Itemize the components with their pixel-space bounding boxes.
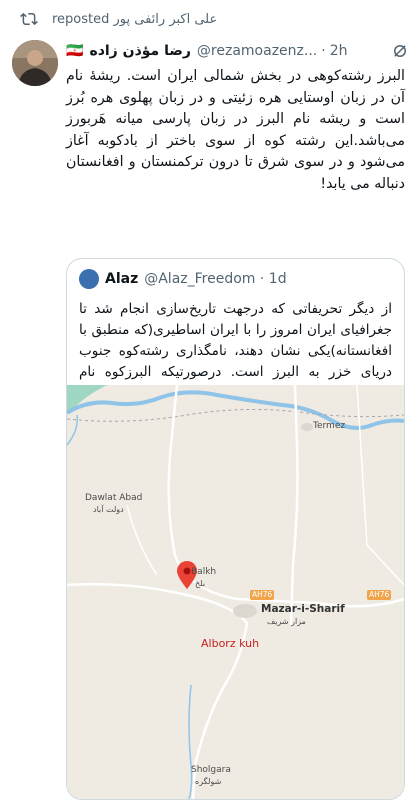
country-flag: 🇮🇷 — [66, 43, 84, 59]
quote-author-handle: @Alaz_Freedom — [144, 271, 256, 287]
place-label-dawlat-abad-fa: دولت آباد — [93, 505, 124, 514]
author-name[interactable]: رضا مؤذن زاده — [89, 43, 190, 59]
quote-author-name: Alaz — [105, 271, 139, 287]
tweet-text: البرز رشته‌کوهی در بخش شمالی ایران است. … — [66, 68, 405, 192]
map-canvas — [67, 385, 404, 799]
place-label-sholgara-fa: شولگره — [195, 777, 222, 786]
place-label-balkh-fa: بلخ — [195, 579, 206, 588]
tweet-header: 🇮🇷 رضا مؤذن زاده @rezamoazenz... · 2h — [66, 40, 409, 62]
place-label-sholgara-en: Sholgara — [191, 765, 231, 775]
place-label-mazar-en: Mazar-i-Sharif — [261, 603, 345, 615]
road-shield: AH76 — [367, 590, 392, 600]
avatar[interactable] — [12, 40, 58, 86]
separator-dot: · — [321, 43, 326, 59]
grok-icon[interactable] — [391, 42, 409, 60]
place-label-termez-en: Termez — [313, 421, 346, 431]
place-label-alborz-kuh: Alborz kuh — [201, 637, 260, 650]
place-label-dawlat-abad-en: Dawlat Abad — [85, 493, 143, 503]
road-shield: AH76 — [250, 590, 275, 600]
tweet-time[interactable]: 2h — [330, 43, 348, 59]
quote-avatar — [79, 269, 99, 289]
quoted-tweet[interactable]: Alaz @Alaz_Freedom · 1d از دیگر تحریفاتی… — [66, 258, 405, 800]
repost-icon — [20, 12, 38, 26]
separator-dot: · — [255, 271, 269, 287]
quote-time: 1d — [268, 271, 287, 287]
repost-bar: علی اکبر رائفی پور reposted — [20, 8, 403, 30]
repost-text: علی اکبر رائفی پور reposted — [52, 11, 218, 27]
map-image[interactable]: Termez Dawlat Abad دولت آباد Balkh بلخ M… — [67, 385, 404, 799]
author-handle[interactable]: @rezamoazenz... — [197, 43, 317, 59]
quote-header: Alaz @Alaz_Freedom · 1d — [79, 269, 392, 289]
place-label-mazar-fa: مزار شریف — [267, 617, 306, 626]
place-label-balkh-en: Balkh — [191, 567, 217, 577]
